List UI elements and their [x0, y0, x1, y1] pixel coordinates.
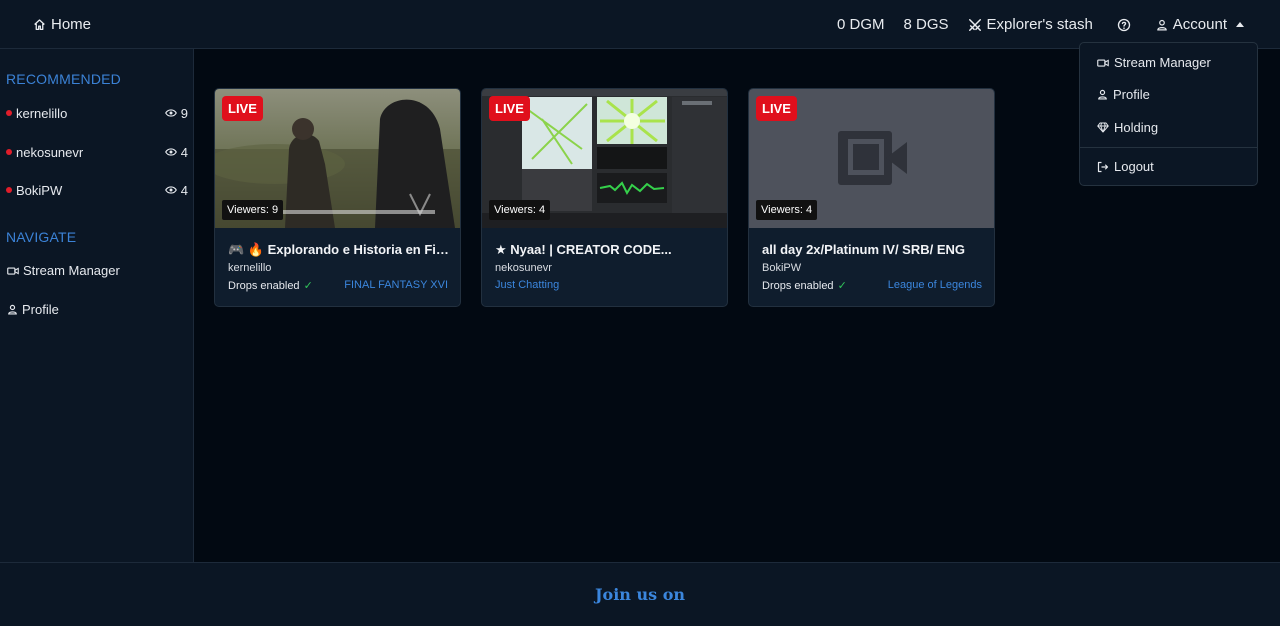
- caret-up-icon: [1236, 22, 1244, 27]
- stream-card[interactable]: LIVE Viewers: 4 all day 2x/Platinum IV/ …: [748, 88, 995, 307]
- channel-viewers: 9: [164, 105, 188, 121]
- live-dot-icon: [6, 110, 12, 116]
- help-button[interactable]: [1117, 18, 1131, 32]
- stream-card[interactable]: LIVE Viewers: 4 ★ Nyaa! | CREATOR CODE..…: [481, 88, 728, 307]
- check-icon: ✓: [303, 280, 313, 292]
- live-badge: LIVE: [222, 96, 263, 121]
- channel-viewers: 4: [164, 182, 188, 198]
- eye-icon: [164, 108, 177, 118]
- account-menu-toggle[interactable]: Account: [1156, 16, 1244, 33]
- check-icon: ✓: [837, 280, 847, 292]
- recommended-channel[interactable]: kernelillo 9: [6, 103, 188, 123]
- channel-name: BokiPW: [16, 182, 63, 198]
- eye-icon: [164, 147, 177, 157]
- sidebar: RECOMMENDED kernelillo 9 nekosunevr 4 Bo…: [0, 49, 194, 563]
- home-label: Home: [51, 16, 92, 33]
- viewers-badge: Viewers: 4: [756, 200, 818, 220]
- stream-title: 🎮 🔥 Explorando e Historia en Final Fanta…: [228, 242, 452, 257]
- stream-card[interactable]: LIVE Viewers: 9 🎮 🔥 Explorando e Histori…: [214, 88, 461, 307]
- menu-item-label: Stream Manager: [1114, 55, 1211, 70]
- channel-name: nekosunevr: [16, 144, 84, 160]
- footer: Join us on: [0, 562, 1280, 626]
- join-us-label: Join us on: [594, 585, 686, 604]
- recommended-channel[interactable]: BokiPW 4: [6, 180, 188, 200]
- explorers-stash-link[interactable]: Explorer's stash: [968, 16, 1093, 33]
- stream-category-link[interactable]: Just Chatting: [495, 279, 559, 291]
- home-link[interactable]: Home: [33, 16, 91, 33]
- user-icon: [7, 304, 18, 315]
- logout-button[interactable]: Logout: [1097, 159, 1154, 174]
- channel-name: kernelillo: [16, 105, 68, 121]
- sidebar-item-stream-manager[interactable]: Stream Manager: [7, 263, 120, 278]
- drops-status: Drops enabled ✓: [762, 279, 847, 293]
- stream-username: nekosunevr: [495, 262, 552, 274]
- dgm-balance[interactable]: 0 DGM: [837, 16, 885, 33]
- stream-category-link[interactable]: FINAL FANTASY XVI: [344, 279, 448, 291]
- account-label: Account: [1172, 16, 1227, 33]
- logout-icon: [1097, 161, 1109, 173]
- stream-category-link[interactable]: League of Legends: [888, 279, 982, 291]
- sidebar-item-profile[interactable]: Profile: [7, 302, 59, 317]
- eye-icon: [164, 185, 177, 195]
- sidebar-item-label: Stream Manager: [23, 263, 120, 278]
- stash-label: Explorer's stash: [986, 16, 1093, 33]
- viewers-badge: Viewers: 4: [489, 200, 551, 220]
- channel-viewers: 4: [164, 144, 188, 160]
- question-icon: [1117, 18, 1131, 32]
- video-camera-icon: [1097, 58, 1109, 68]
- live-badge: LIVE: [756, 96, 797, 121]
- stream-username: kernelillo: [228, 262, 272, 274]
- user-icon: [1156, 19, 1168, 31]
- menu-item-stream-manager[interactable]: Stream Manager: [1097, 55, 1211, 70]
- account-dropdown-menu: Stream Manager Profile Holding Logout: [1079, 42, 1258, 186]
- diamond-icon: [1097, 122, 1109, 133]
- menu-divider: [1080, 147, 1257, 148]
- viewer-count: 4: [180, 144, 188, 160]
- viewer-count: 9: [180, 105, 188, 121]
- sidebar-item-label: Profile: [22, 302, 59, 317]
- stream-thumbnail: LIVE Viewers: 4: [482, 89, 727, 228]
- crossed-swords-icon: [968, 18, 982, 32]
- user-icon: [1097, 89, 1108, 100]
- menu-item-profile[interactable]: Profile: [1097, 87, 1150, 102]
- drops-status: Drops enabled ✓: [228, 279, 313, 293]
- stream-title: ★ Nyaa! | CREATOR CODE...: [495, 242, 672, 257]
- live-badge: LIVE: [489, 96, 530, 121]
- drops-label: Drops enabled: [762, 279, 834, 292]
- stream-title: all day 2x/Platinum IV/ SRB/ ENG: [762, 242, 966, 257]
- video-camera-icon: [7, 266, 19, 276]
- viewers-badge: Viewers: 9: [222, 200, 284, 220]
- recommended-heading: RECOMMENDED: [6, 71, 121, 87]
- navigate-heading: NAVIGATE: [6, 229, 77, 245]
- viewer-count: 4: [180, 182, 188, 198]
- home-icon: [33, 18, 46, 31]
- menu-item-label: Profile: [1113, 87, 1150, 102]
- drops-label: Drops enabled: [228, 279, 300, 292]
- stream-username: BokiPW: [762, 262, 802, 274]
- stream-thumbnail: LIVE Viewers: 9: [215, 89, 460, 228]
- live-dot-icon: [6, 149, 12, 155]
- logout-label: Logout: [1114, 159, 1154, 174]
- menu-item-label: Holding: [1114, 120, 1159, 135]
- menu-item-holding[interactable]: Holding: [1097, 120, 1158, 135]
- recommended-channel[interactable]: nekosunevr 4: [6, 142, 188, 162]
- stream-thumbnail: LIVE Viewers: 4: [749, 89, 994, 228]
- live-dot-icon: [6, 187, 12, 193]
- dgs-balance[interactable]: 8 DGS: [904, 16, 949, 33]
